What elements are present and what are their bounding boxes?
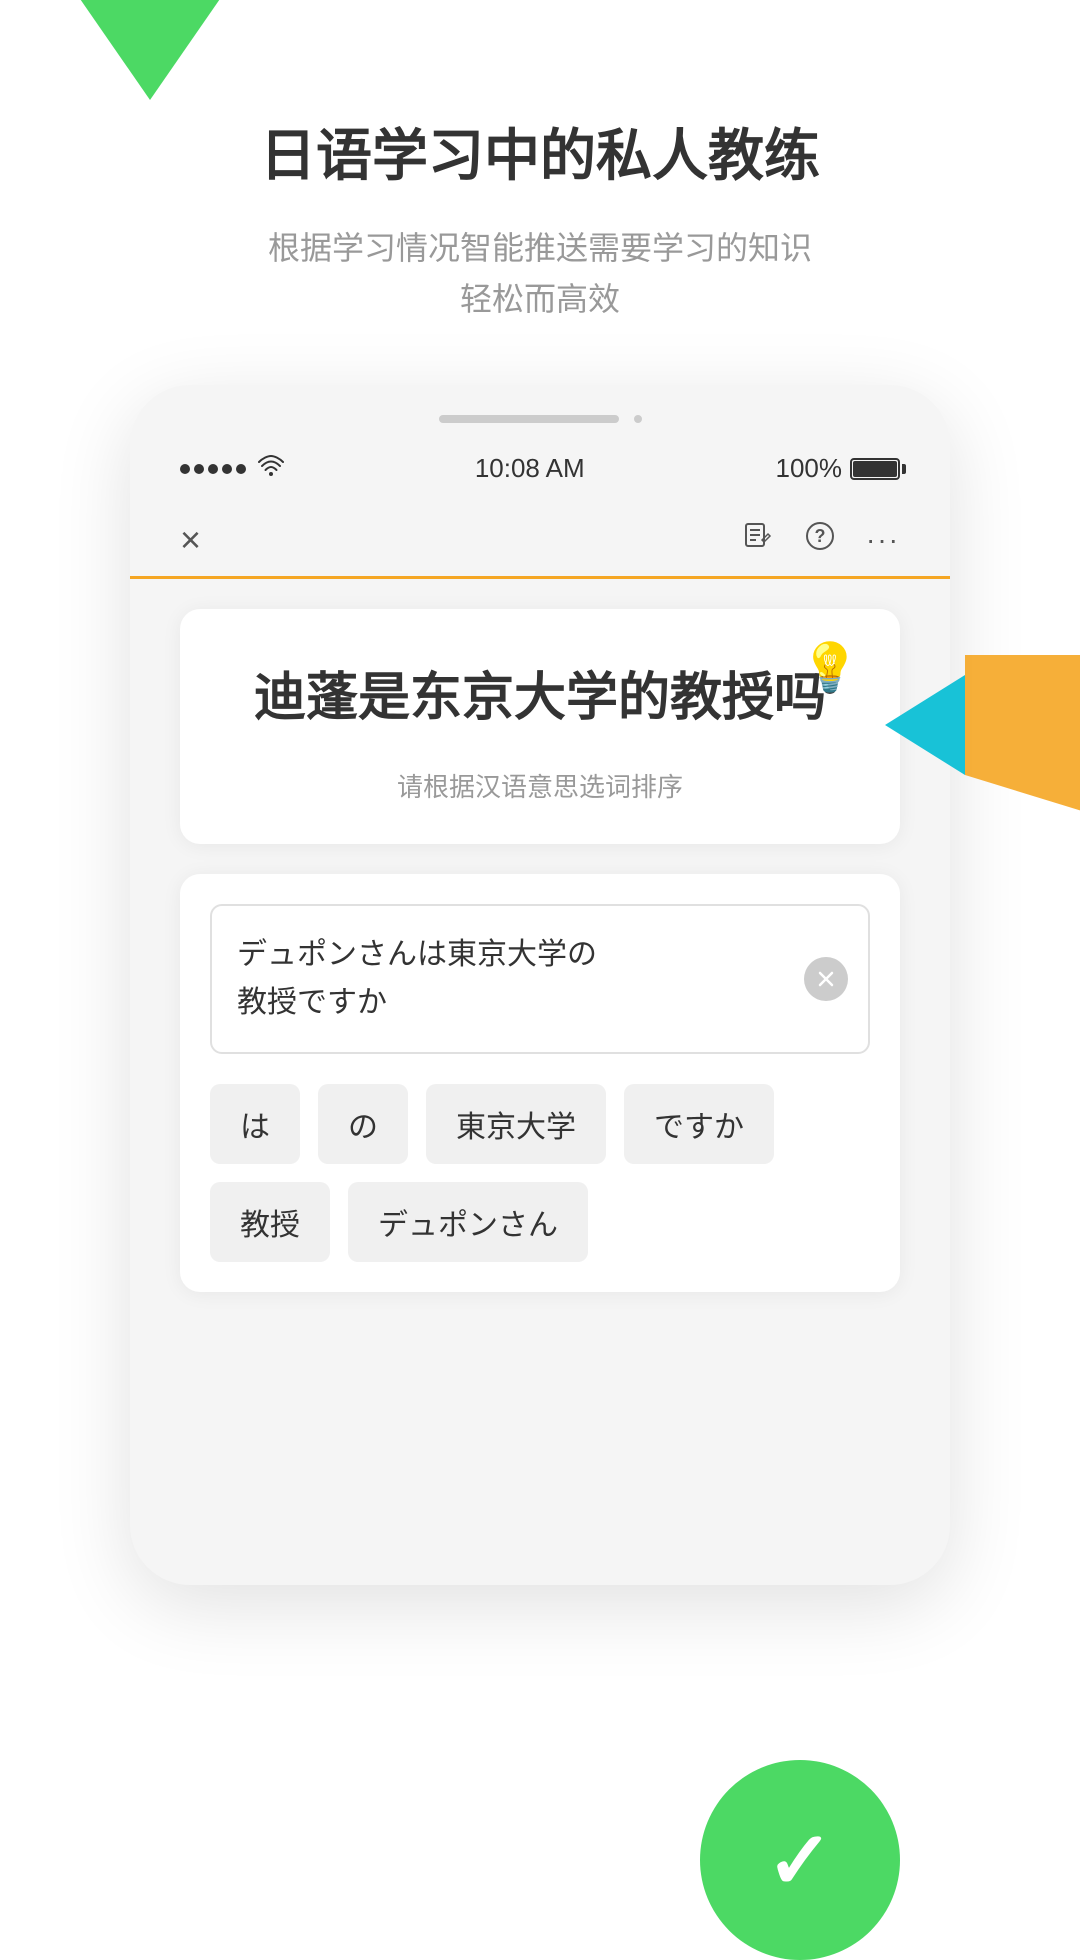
answer-input-text: デュポンさんは東京大学の 教授ですか <box>237 931 843 1027</box>
lightbulb-icon: 💡 <box>800 639 860 696</box>
status-bar: 10:08 AM 100% <box>130 443 950 494</box>
signal-dot-3 <box>208 464 218 474</box>
green-check-button[interactable] <box>700 1760 900 1960</box>
wifi-icon <box>258 455 284 483</box>
deco-triangles-right <box>875 595 1080 820</box>
status-right: 100% <box>775 453 900 484</box>
indicator-bar <box>439 415 619 423</box>
question-card: 💡 迪蓬是东京大学的教授吗 请根据汉语意思选词排序 <box>180 609 900 844</box>
battery-percent: 100% <box>775 453 842 484</box>
battery-fill <box>853 461 897 477</box>
clear-button[interactable] <box>804 957 848 1001</box>
subtitle-line2: 轻松而高效 <box>460 281 620 317</box>
status-time: 10:08 AM <box>475 453 585 484</box>
signal-dot-2 <box>194 464 204 474</box>
answer-input-area[interactable]: デュポンさんは東京大学の 教授ですか <box>210 904 870 1054</box>
word-chip[interactable]: 東京大学 <box>426 1084 606 1164</box>
app-navbar: × ? ··· <box>130 504 950 579</box>
close-button[interactable]: × <box>180 519 201 561</box>
phone-indicator <box>130 415 950 423</box>
help-icon[interactable]: ? <box>804 520 836 560</box>
word-chip[interactable]: 教授 <box>210 1182 330 1262</box>
signal-dots <box>180 464 246 474</box>
status-left <box>180 455 284 483</box>
word-chip[interactable]: は <box>210 1084 300 1164</box>
question-hint: 请根据汉语意思选词排序 <box>230 767 850 804</box>
subtitle: 根据学习情况智能推送需要学习的知识 轻松而高效 <box>0 223 1080 325</box>
navbar-icons: ? ··· <box>742 520 900 560</box>
word-chip[interactable]: ですか <box>624 1084 774 1164</box>
signal-dot-4 <box>222 464 232 474</box>
svg-text:?: ? <box>815 526 826 546</box>
answer-line1: デュポンさんは東京大学の <box>237 938 597 971</box>
phone-mockup: 10:08 AM 100% × ? <box>130 385 950 1585</box>
edit-icon[interactable] <box>742 520 774 560</box>
main-title: 日语学习中的私人教练 <box>0 120 1080 193</box>
signal-dot-5 <box>236 464 246 474</box>
header-section: 日语学习中的私人教练 根据学习情况智能推送需要学习的知识 轻松而高效 <box>0 0 1080 365</box>
battery-icon <box>850 458 900 480</box>
indicator-dot <box>634 415 642 423</box>
answer-card: デュポンさんは東京大学の 教授ですか はの東京大学ですか教授デュポンさん <box>180 874 900 1292</box>
answer-line2: 教授ですか <box>237 986 387 1019</box>
word-chips-container: はの東京大学ですか教授デュポンさん <box>210 1084 870 1262</box>
subtitle-line1: 根据学习情况智能推送需要学习的知识 <box>268 230 812 266</box>
question-text: 迪蓬是东京大学的教授吗 <box>230 659 850 737</box>
signal-dot-1 <box>180 464 190 474</box>
more-icon[interactable]: ··· <box>866 524 900 556</box>
word-chip[interactable]: の <box>318 1084 408 1164</box>
word-chip[interactable]: デュポンさん <box>348 1182 588 1262</box>
